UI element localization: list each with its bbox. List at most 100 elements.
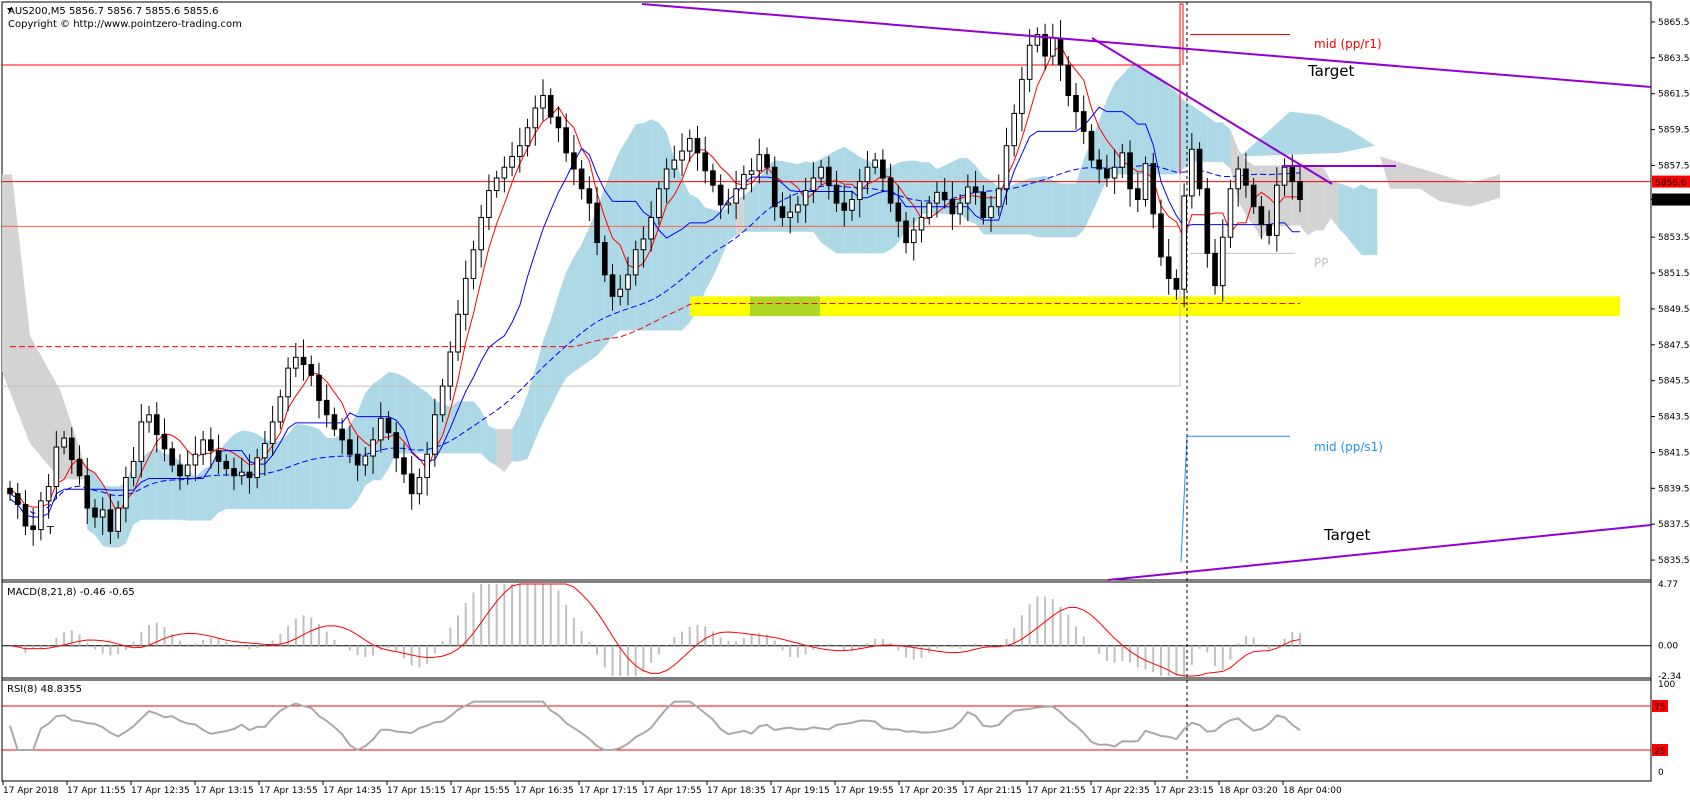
- kumo-segment: [465, 401, 474, 454]
- kumo-segment: [303, 424, 312, 509]
- bull-candle: [517, 145, 523, 157]
- kumo-segment: [712, 209, 721, 277]
- time-tick-label: 17 Apr 19:55: [835, 786, 894, 796]
- kumo-segment: [535, 341, 543, 440]
- time-tick-label: 17 Apr 11:55: [67, 786, 126, 796]
- chart-frame: [1, 1, 1652, 782]
- bear-candle: [841, 202, 848, 211]
- bear-candle: [895, 202, 902, 222]
- rsi-tick-label: 0: [1658, 768, 1664, 778]
- price-tick-label: 5865.5: [1658, 18, 1690, 28]
- bull-candle: [671, 159, 678, 170]
- bear-candle: [880, 159, 886, 179]
- kumo-segment: [512, 414, 520, 462]
- bear-candle: [68, 437, 75, 461]
- time-tick-label: 17 Apr 17:15: [579, 786, 638, 796]
- kumo-segment: [1300, 165, 1308, 236]
- time-tick-label: 17 Apr 21:15: [963, 786, 1022, 796]
- bull-candle: [1011, 112, 1018, 147]
- kumo-segment: [318, 429, 327, 509]
- bear-candle: [408, 473, 415, 495]
- bear-candle: [1104, 168, 1110, 179]
- bull-candle: [416, 477, 423, 495]
- bull-candle: [741, 173, 747, 190]
- kumo-segment: [241, 430, 250, 509]
- bull-candle: [269, 421, 276, 444]
- bull-candle: [1219, 236, 1226, 287]
- bear-candle: [1096, 159, 1102, 170]
- time-tick-label: 17 Apr 22:35: [1091, 786, 1150, 796]
- bear-candle: [717, 184, 724, 206]
- kumo-segment: [542, 319, 551, 422]
- bull-candle: [1142, 163, 1149, 201]
- symbol-header: AUS200,M5 5856.7 5856.7 5855.6 5855.6: [8, 6, 218, 17]
- macd-panel: 4.770.00-2.34: [2, 580, 1682, 682]
- time-tick-label: 17 Apr 18:35: [707, 786, 766, 796]
- time-tick-label: 17 Apr 13:55: [259, 786, 318, 796]
- kumo-segment: [1052, 180, 1061, 238]
- price-chart-svg[interactable]: 4.770.00-2.34 10075250 5865.55863.55861.…: [0, 0, 1690, 800]
- macd-tick-label: 4.77: [1658, 580, 1678, 590]
- kumo-segment: [1369, 188, 1378, 256]
- bull-candle: [362, 455, 369, 466]
- kumo-segment: [728, 199, 737, 241]
- rsi-tick-label: 100: [1658, 680, 1675, 690]
- kumo-segment: [1240, 111, 1375, 157]
- price-tick-label: 5863.5: [1658, 54, 1690, 64]
- kumo-segment: [326, 437, 335, 509]
- kumo-segment: [906, 160, 914, 231]
- bull-candle: [926, 202, 933, 218]
- bear-candle: [7, 487, 13, 495]
- time-tick-label: 17 Apr 2018: [3, 786, 59, 796]
- bear-candle: [1243, 168, 1249, 186]
- kumo-segment: [558, 272, 567, 392]
- kumo-segment: [504, 429, 513, 473]
- kumo-segment: [1307, 165, 1316, 236]
- bull-candle: [934, 191, 940, 204]
- kumo-segment: [1160, 77, 1169, 175]
- bull-candle: [1227, 188, 1234, 238]
- kumo-segment: [2, 174, 90, 480]
- kumo-segment: [187, 469, 196, 521]
- time-tick-label: 17 Apr 15:55: [451, 786, 510, 796]
- bear-candle: [208, 439, 214, 452]
- mid-r1-label: mid (pp/r1): [1314, 37, 1382, 51]
- kumo-segment: [1168, 86, 1177, 175]
- kumo-segment: [1354, 184, 1362, 256]
- bear-candle: [169, 448, 176, 466]
- chart-window: 4.77 0.00 -2.34 100 75 25 0 5865.5 5863.5 5861.…: [0, 0, 1690, 800]
- bull-candle: [1119, 152, 1126, 168]
- bull-candle: [447, 351, 454, 387]
- bear-candle: [702, 152, 709, 172]
- copyright-text: Copyright © http://www.pointzero-trading…: [8, 19, 242, 30]
- bear-candle: [833, 184, 840, 204]
- bull-candle: [462, 277, 469, 315]
- kumo-segment: [674, 158, 683, 331]
- bull-candle: [254, 457, 261, 479]
- bull-candle: [45, 486, 52, 502]
- price-tick-label: 5857.5: [1658, 161, 1690, 171]
- bull-candle: [146, 414, 152, 423]
- kumo-segment: [759, 165, 768, 232]
- bull-candle: [61, 437, 67, 448]
- bear-candle: [84, 475, 91, 509]
- kumo-segment: [365, 383, 374, 486]
- bull-candle: [292, 356, 299, 369]
- kumo-segment: [1330, 180, 1339, 229]
- bear-candle: [1080, 111, 1087, 132]
- bull-candle: [756, 154, 763, 172]
- bull-candle: [1019, 78, 1025, 114]
- kumo-segment: [1323, 167, 1331, 231]
- kumo-segment: [1361, 184, 1370, 256]
- bull-candle: [818, 166, 824, 179]
- bear-candle: [1258, 206, 1265, 226]
- bear-candle: [76, 459, 83, 477]
- kumo-segment: [519, 393, 528, 462]
- bull-candle: [238, 471, 245, 477]
- bull-candle: [625, 274, 631, 290]
- bull-candle: [432, 414, 438, 455]
- bear-candle: [1150, 163, 1157, 215]
- rsi-title: RSI(8) 48.8355: [7, 684, 82, 695]
- bull-candle: [1111, 166, 1118, 179]
- bull-candle: [995, 188, 1002, 208]
